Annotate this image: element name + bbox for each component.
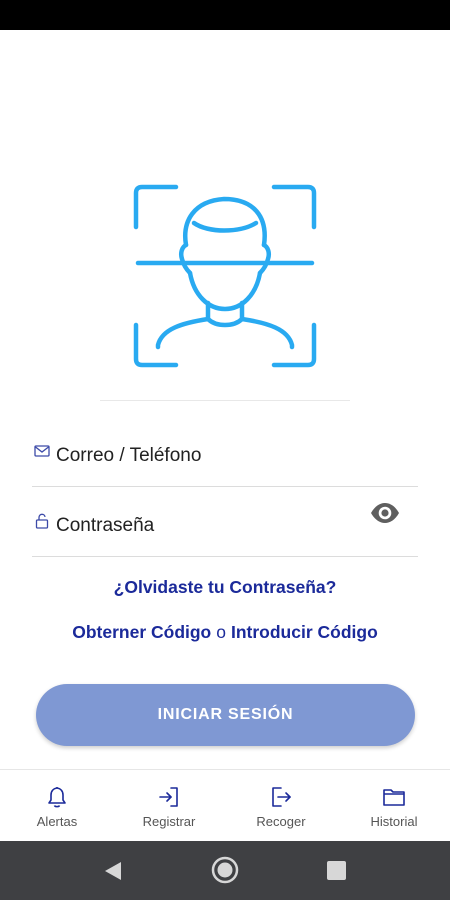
- code-links-row: Obterner Código o Introducir Código: [0, 622, 450, 643]
- code-separator: o: [216, 622, 226, 642]
- status-bar: [0, 0, 450, 30]
- email-field: [32, 425, 418, 487]
- nav-label: Historial: [370, 814, 418, 829]
- mail-icon: [34, 445, 50, 457]
- nav-item-registrar[interactable]: Registrar: [113, 770, 225, 842]
- back-triangle-icon[interactable]: [102, 860, 124, 882]
- folder-icon: [383, 789, 405, 806]
- nav-item-historial[interactable]: Historial: [338, 770, 450, 842]
- logout-icon: [272, 787, 291, 807]
- bell-icon: [48, 786, 66, 808]
- get-code-link[interactable]: Obterner Código: [72, 622, 211, 642]
- logo-divider: [100, 400, 350, 401]
- login-icon: [159, 787, 178, 807]
- eye-icon[interactable]: [370, 501, 400, 525]
- password-input[interactable]: [56, 509, 376, 543]
- face-scan-icon: [133, 184, 317, 368]
- bottom-nav: Alertas Registrar Recoger Historial: [0, 769, 450, 841]
- login-button[interactable]: INICIAR SESIÓN: [36, 684, 415, 746]
- email-input[interactable]: [56, 439, 376, 473]
- system-nav-bar: [0, 841, 450, 900]
- home-circle-icon[interactable]: [211, 856, 239, 884]
- nav-item-recoger[interactable]: Recoger: [225, 770, 337, 842]
- nav-label: Recoger: [256, 814, 306, 829]
- nav-label: Registrar: [142, 814, 196, 829]
- forgot-password-link[interactable]: ¿Olvidaste tu Contraseña?: [0, 577, 450, 598]
- nav-item-alertas[interactable]: Alertas: [1, 770, 113, 842]
- password-field: [32, 495, 418, 557]
- lock-icon: [35, 513, 49, 529]
- recent-apps-square-icon[interactable]: [327, 861, 346, 880]
- nav-label: Alertas: [36, 814, 78, 829]
- enter-code-link[interactable]: Introducir Código: [231, 622, 378, 642]
